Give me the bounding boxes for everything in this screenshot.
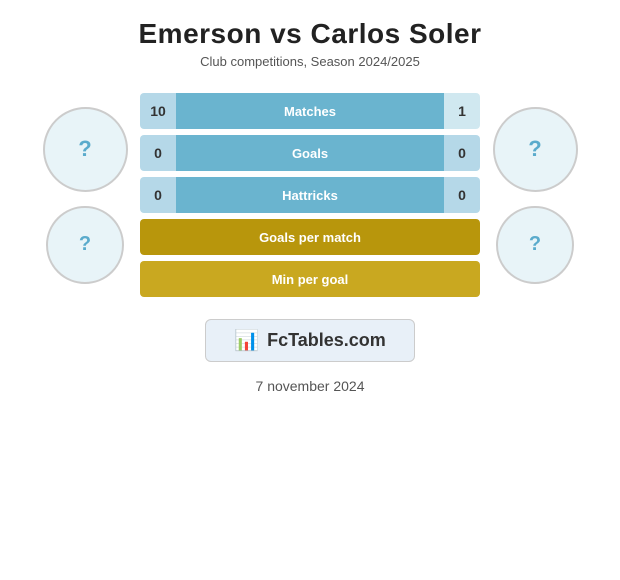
hattricks-row: 0 Hattricks 0 bbox=[140, 177, 480, 213]
matches-right-value: 1 bbox=[444, 93, 480, 129]
logo-section: 📊 FcTables.com 7 november 2024 bbox=[205, 319, 415, 394]
min-per-goal-row: Min per goal bbox=[140, 261, 480, 297]
player-left2-avatar-icon: ? bbox=[79, 233, 91, 256]
subtitle: Club competitions, Season 2024/2025 bbox=[139, 54, 482, 69]
logo-box: 📊 FcTables.com bbox=[205, 319, 415, 362]
player-left-avatar-icon: ? bbox=[78, 136, 91, 162]
player-right-avatar-bottom: ? bbox=[496, 206, 574, 284]
goals-right-value: 0 bbox=[444, 135, 480, 171]
goals-per-match-row: Goals per match bbox=[140, 219, 480, 255]
matches-row: 10 Matches 1 bbox=[140, 93, 480, 129]
hattricks-left-value: 0 bbox=[140, 177, 176, 213]
player-left-column: ? ? bbox=[30, 107, 140, 284]
player-right2-avatar-icon: ? bbox=[529, 233, 541, 256]
hattricks-label: Hattricks bbox=[176, 177, 444, 213]
page-header: Emerson vs Carlos Soler Club competition… bbox=[139, 18, 482, 69]
goals-per-match-label: Goals per match bbox=[259, 230, 361, 245]
player-right-avatar-top: ? bbox=[493, 107, 578, 192]
goals-left-value: 0 bbox=[140, 135, 176, 171]
goals-row: 0 Goals 0 bbox=[140, 135, 480, 171]
date-text: 7 november 2024 bbox=[256, 378, 365, 394]
page-title: Emerson vs Carlos Soler bbox=[139, 18, 482, 50]
goals-label: Goals bbox=[176, 135, 444, 171]
comparison-section: ? ? 10 Matches 1 0 Goals 0 0 Hattricks 0… bbox=[0, 93, 620, 297]
min-per-goal-label: Min per goal bbox=[272, 272, 349, 287]
player-right-avatar-icon: ? bbox=[528, 136, 541, 162]
matches-left-value: 10 bbox=[140, 93, 176, 129]
player-left-avatar-top: ? bbox=[43, 107, 128, 192]
player-left-avatar-bottom: ? bbox=[46, 206, 124, 284]
stats-column: 10 Matches 1 0 Goals 0 0 Hattricks 0 Goa… bbox=[140, 93, 480, 297]
matches-label: Matches bbox=[176, 93, 444, 129]
logo-chart-icon: 📊 bbox=[234, 328, 259, 353]
hattricks-right-value: 0 bbox=[444, 177, 480, 213]
player-right-column: ? ? bbox=[480, 107, 590, 284]
logo-text: FcTables.com bbox=[267, 330, 386, 351]
